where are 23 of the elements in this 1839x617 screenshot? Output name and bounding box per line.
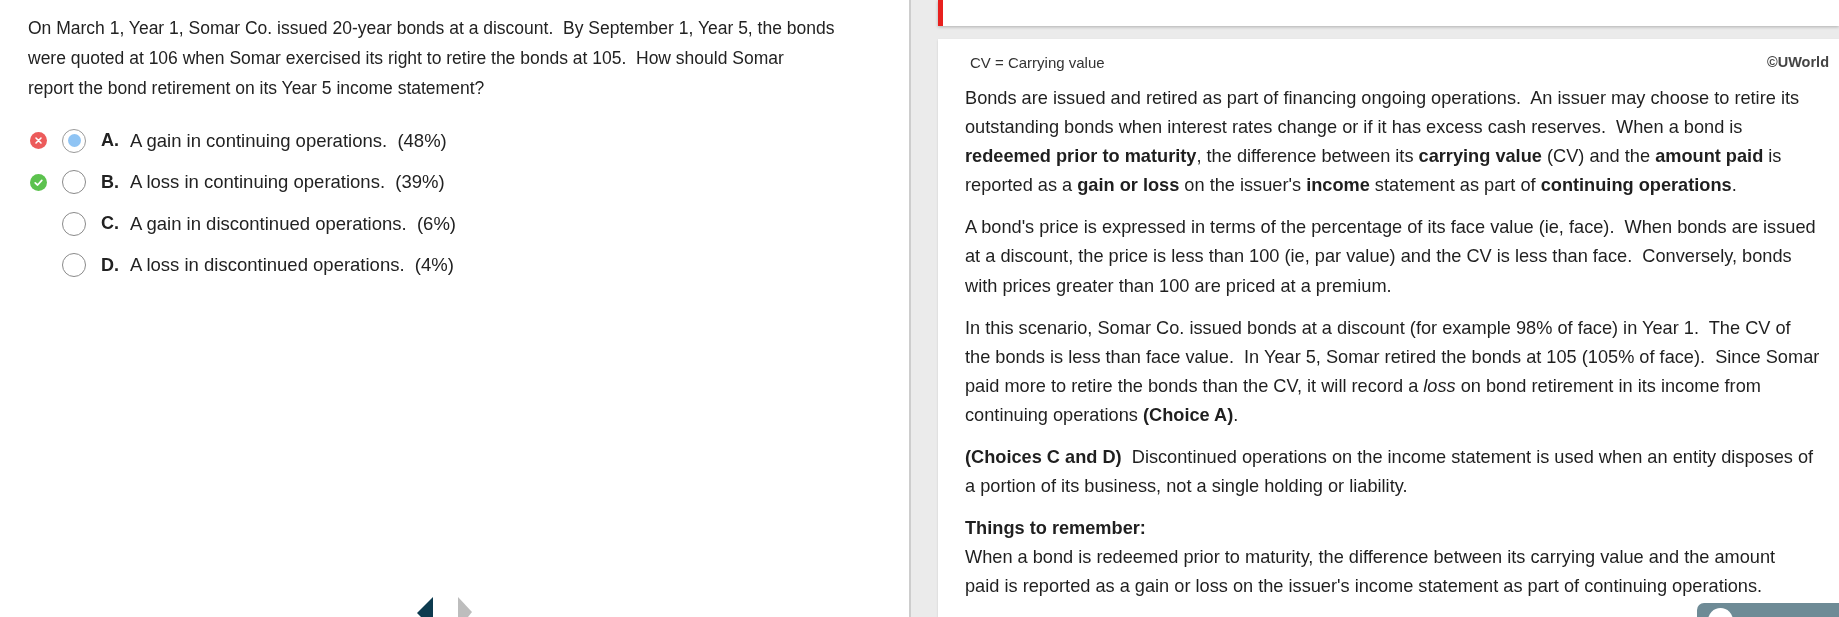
left-arrow-icon[interactable] [417, 597, 433, 617]
choice-letter: A. [101, 130, 119, 152]
explanation-paragraph: Bonds are issued and retired as part of financing ongoing operations. An issuer may choose to retire its outstanding bonds when interest rates change or if it has excess cash reserves. When a bond is redeemed prior to maturity, the difference between its carrying value (CV) and the amount paid is reported as a gain or loss on the issuer's income statement as part of continuing operations. [965, 87, 1800, 198]
floating-button[interactable] [1697, 603, 1839, 617]
choice-letter: B. [101, 171, 119, 193]
explanation-paragraph: A bond's price is expressed in terms of the percentage of its face value (ie, face). When bonds are issued at a discount, the price is less than 100 (ie, par value) and the CV is less than face. Conversely, bonds with prices greater than 100 are priced at a premium. [965, 216, 1816, 298]
explanation-paragraph: (Choices C and D) Discontinued operations on the income statement is used when an entity disposes of a portion of its business, not a single holding or liability. [965, 446, 1814, 499]
choice-text: A loss in discontinued operations. (4%) [130, 254, 454, 277]
choice-letter: D. [101, 254, 119, 276]
copyright-text: ©UWorld [1767, 54, 1829, 70]
radio-button[interactable] [62, 170, 86, 195]
choice-text: A gain in continuing operations. (48%) [130, 129, 447, 152]
explanation-paragraph: In this scenario, Somar Co. issued bonds at a discount (for example 98% of face) in Year 1. The CV of the bonds is less than face value. In Year 5, Somar retired the bonds at 105 (105% of face). Since Somar paid more to retire the bonds than the CV, it will record a loss on bond retirement in its income from continuing operations (Choice A). [965, 316, 1820, 427]
abbreviation-note: CV = Carrying value [970, 53, 1105, 71]
summary-heading: Things to remember: [965, 517, 1146, 541]
question-text: On March 1, Year 1, Somar Co. issued 20-year bonds at a discount. By September 1, Year 5, the bonds were quoted at 106 when Somar exercised its right to retire the bonds at 105. How should Somar report the bond retirement on its Year 5 income statement? [28, 17, 835, 100]
summary-text: When a bond is redeemed prior to maturity, the difference between its carrying value and the amount paid is reported as a gain or loss on the issuer's income statement as part of continuing operations. [965, 546, 1776, 599]
choice-text: A loss in continuing operations. (39%) [130, 171, 445, 194]
radio-button[interactable] [62, 253, 86, 278]
choice-letter: C. [101, 213, 119, 235]
radio-button[interactable] [62, 128, 86, 153]
radio-button[interactable] [62, 211, 86, 236]
choice-text: A gain in discontinued operations. (6%) [130, 212, 456, 235]
